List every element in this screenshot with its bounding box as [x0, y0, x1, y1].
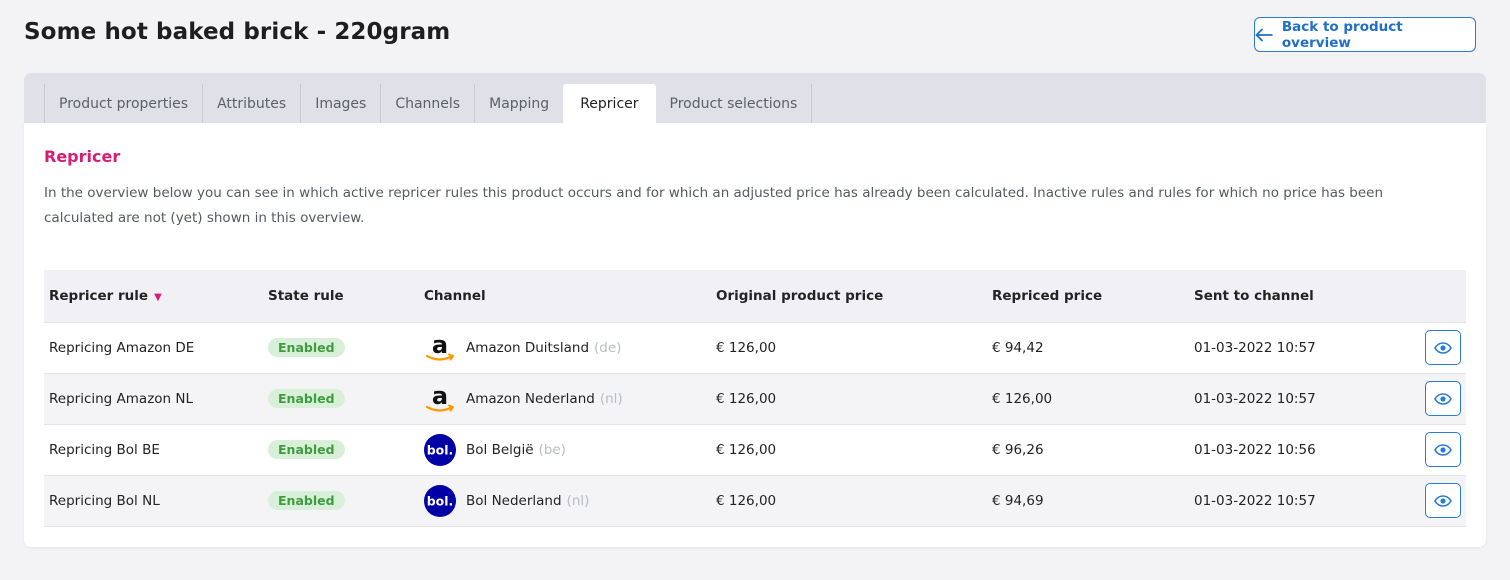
cell-rule: Repricing Amazon NL	[49, 390, 194, 407]
repricer-panel: Repricer In the overview below you can s…	[24, 123, 1486, 547]
channel-name: Bol Nederland	[466, 492, 562, 509]
bol-logo-text: bol.	[427, 442, 454, 457]
repricer-table: Repricer rule ▼ State rule Channel Origin…	[44, 270, 1466, 527]
sort-desc-icon[interactable]: ▼	[154, 292, 162, 303]
view-button[interactable]	[1425, 381, 1461, 416]
eye-icon	[1434, 392, 1452, 405]
cell-repriced-price: € 94,42	[992, 339, 1044, 356]
channel-name: Amazon Nederland	[466, 390, 595, 407]
status-badge: Enabled	[268, 491, 345, 510]
eye-icon	[1434, 341, 1452, 354]
view-button[interactable]	[1425, 330, 1461, 365]
table-row: Repricing Amazon DE Enabled a Amazon Dui…	[44, 322, 1466, 373]
table-header-row: Repricer rule ▼ State rule Channel Origin…	[44, 270, 1466, 322]
back-to-product-overview-button[interactable]: Back to product overview	[1254, 17, 1476, 52]
tab-attributes[interactable]: Attributes	[202, 84, 300, 123]
bol-logo-icon: bol.	[424, 433, 456, 466]
column-header-repricer-rule[interactable]: Repricer rule ▼	[44, 270, 263, 322]
cell-repriced-price: € 94,69	[992, 492, 1044, 509]
cell-repriced-price: € 126,00	[992, 390, 1053, 407]
bol-logo-text: bol.	[427, 493, 454, 508]
channel-lang: (nl)	[599, 390, 623, 407]
cell-original-price: € 126,00	[716, 390, 777, 407]
view-button[interactable]	[1425, 483, 1461, 518]
product-card: Product properties Attributes Images Cha…	[24, 73, 1486, 547]
cell-rule: Repricing Bol NL	[49, 492, 160, 509]
table-row: Repricing Bol NL Enabled bol. Bol Nederl…	[44, 475, 1466, 526]
channel-name: Amazon Duitsland	[466, 339, 590, 356]
view-button[interactable]	[1425, 432, 1461, 467]
tab-repricer[interactable]: Repricer	[563, 84, 656, 123]
section-intro: In the overview below you can see in whi…	[44, 185, 1384, 226]
eye-icon	[1434, 443, 1452, 456]
cell-sent-to-channel: 01-03-2022 10:57	[1194, 339, 1316, 356]
tab-channels[interactable]: Channels	[380, 84, 474, 123]
tab-bar: Product properties Attributes Images Cha…	[44, 84, 813, 123]
status-badge: Enabled	[268, 440, 345, 459]
page-title: Some hot baked brick - 220gram	[24, 19, 451, 45]
cell-original-price: € 126,00	[716, 441, 777, 458]
bol-logo-icon: bol.	[424, 484, 456, 517]
back-button-label: Back to product overview	[1281, 18, 1403, 51]
column-header-channel: Channel	[424, 287, 486, 304]
status-badge: Enabled	[268, 338, 345, 357]
channel-cell: bol. Bol Nederland (nl)	[424, 484, 711, 517]
channel-cell: a Amazon Duitsland (de)	[424, 332, 711, 364]
channel-lang: (be)	[538, 441, 566, 458]
cell-sent-to-channel: 01-03-2022 10:57	[1194, 492, 1316, 509]
channel-cell: a Amazon Nederland (nl)	[424, 383, 711, 415]
column-header-state-rule: State rule	[268, 287, 344, 304]
amazon-logo-icon: a	[425, 383, 454, 412]
cell-rule: Repricing Amazon DE	[49, 339, 195, 356]
amazon-logo-letter: a	[432, 332, 448, 359]
cell-original-price: € 126,00	[716, 339, 777, 356]
cell-repriced-price: € 96,26	[992, 441, 1044, 458]
column-header-sent-to-channel: Sent to channel	[1194, 287, 1314, 304]
cell-sent-to-channel: 01-03-2022 10:56	[1194, 441, 1316, 458]
tab-product-selections[interactable]: Product selections	[656, 84, 813, 123]
arrow-left-icon	[1255, 28, 1273, 41]
cell-original-price: € 126,00	[716, 492, 777, 509]
table-row: Repricing Bol BE Enabled bol. Bol België…	[44, 424, 1466, 475]
table-row: Repricing Amazon NL Enabled a Amazon Ned…	[44, 373, 1466, 424]
eye-icon	[1434, 494, 1452, 507]
tab-mapping[interactable]: Mapping	[474, 84, 563, 123]
column-header-repriced-price: Repriced price	[992, 287, 1103, 304]
column-label: Repricer rule	[49, 287, 149, 304]
channel-lang: (nl)	[566, 492, 590, 509]
amazon-logo-letter: a	[432, 383, 448, 410]
cell-sent-to-channel: 01-03-2022 10:57	[1194, 390, 1316, 407]
channel-lang: (de)	[594, 339, 622, 356]
column-header-original-price: Original product price	[716, 287, 884, 304]
channel-name: Bol België	[466, 441, 534, 458]
channel-cell: bol. Bol België (be)	[424, 433, 711, 466]
amazon-logo-icon: a	[425, 332, 454, 361]
status-badge: Enabled	[268, 389, 345, 408]
tab-product-properties[interactable]: Product properties	[44, 84, 202, 123]
section-title: Repricer	[44, 147, 121, 166]
tab-images[interactable]: Images	[300, 84, 380, 123]
column-header-actions	[1389, 270, 1466, 322]
cell-rule: Repricing Bol BE	[49, 441, 160, 458]
